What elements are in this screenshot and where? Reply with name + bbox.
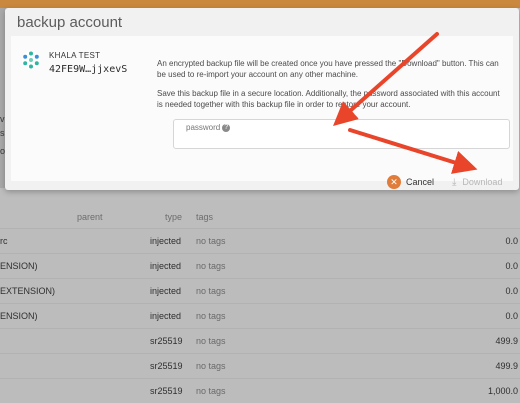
cancel-button[interactable]: ✕ Cancel: [387, 174, 434, 190]
bg-left-text: s: [0, 128, 5, 138]
column-header-tags: tags: [196, 212, 214, 222]
account-type: sr25519: [150, 361, 183, 371]
account-tags: no tags: [196, 311, 226, 321]
account-balance: 0.0: [505, 286, 518, 296]
bg-left-text: v: [0, 114, 5, 124]
account-name: ENSION): [0, 261, 38, 271]
app-header-strip: [0, 0, 520, 8]
download-label: Download: [462, 177, 503, 187]
account-type: injected: [150, 286, 182, 296]
account-type: sr25519: [150, 336, 183, 346]
account-tags: no tags: [196, 261, 226, 271]
account-type: sr25519: [150, 386, 183, 396]
table-row[interactable]: ENSION) injected no tags 0.0: [0, 303, 520, 328]
table-row[interactable]: sr25519 no tags 1,000.0: [0, 378, 520, 403]
account-type: injected: [150, 311, 182, 321]
modal-title: backup account: [17, 14, 123, 31]
help-icon[interactable]: ?: [222, 123, 231, 132]
account-tags: no tags: [196, 386, 226, 396]
account-name: rc: [0, 236, 8, 246]
account-name: KHALA TEST: [49, 51, 101, 60]
table-row[interactable]: EXTENSION) injected no tags 0.0: [0, 278, 520, 303]
account-tags: no tags: [196, 286, 226, 296]
table-row[interactable]: ENSION) injected no tags 0.0: [0, 253, 520, 278]
close-icon: ✕: [387, 175, 401, 189]
account-balance: 0.0: [505, 261, 518, 271]
download-button[interactable]: ⤓ Download: [452, 174, 502, 190]
account-name: ENSION): [0, 311, 38, 321]
backup-description: An encrypted backup file will be created…: [157, 59, 499, 79]
table-header: parent type tags: [0, 208, 520, 226]
security-description: Save this backup file in a secure locati…: [157, 89, 500, 109]
account-tags: no tags: [196, 236, 226, 246]
account-balance: 1,000.0: [487, 386, 518, 396]
modal-body: KHALA TEST 42FE9W…jjxevS An encrypted ba…: [11, 36, 513, 181]
table-row[interactable]: rc injected no tags 0.0: [0, 228, 520, 253]
account-identicon-icon: [22, 51, 40, 69]
account-tags: no tags: [196, 361, 226, 371]
account-tags: no tags: [196, 336, 226, 346]
password-field[interactable]: password?: [173, 119, 510, 149]
column-header-parent: parent: [77, 212, 103, 222]
account-balance: 499.9: [495, 361, 518, 371]
account-type: injected: [150, 236, 182, 246]
download-icon: ⤓: [452, 176, 457, 188]
account-type: injected: [150, 261, 182, 271]
cancel-label: Cancel: [406, 177, 435, 187]
account-address: 42FE9W…jjxevS: [49, 64, 128, 75]
column-header-type: type: [165, 212, 183, 222]
account-balance: 0.0: [505, 236, 518, 246]
account-balance: 499.9: [495, 336, 518, 346]
account-name: EXTENSION): [0, 286, 56, 296]
backup-account-modal: backup account KHALA TEST 42FE9W…jjxevS …: [5, 8, 519, 190]
table-row[interactable]: sr25519 no tags 499.9: [0, 353, 520, 378]
password-label: password?: [186, 123, 231, 132]
table-row[interactable]: sr25519 no tags 499.9: [0, 328, 520, 353]
account-balance: 0.0: [505, 311, 518, 321]
